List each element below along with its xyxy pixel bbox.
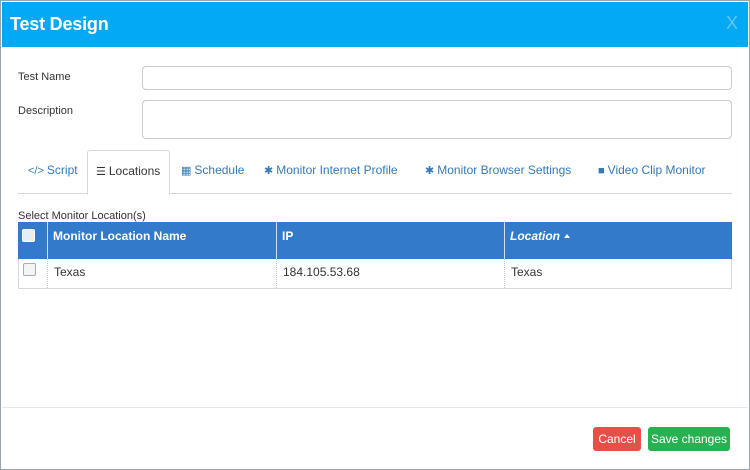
design-tabs: </> Script ☰ Locations ▦ Schedule ✱ Monitor … — [18, 150, 732, 195]
column-header-location[interactable]: Location — [504, 222, 732, 259]
gear-icon: ✱ — [264, 165, 274, 177]
tab-label: Video Clip Monitor — [607, 163, 706, 177]
calendar-icon: ▦ — [181, 165, 192, 177]
tab-monitor-browser-settings[interactable]: ✱ Monitor Browser Settings — [425, 150, 585, 194]
tab-video-clip-monitor[interactable]: ■ Video Clip Monitor — [598, 150, 728, 194]
column-header-label: Location — [510, 229, 560, 243]
cell-location-name: Texas — [47, 259, 276, 288]
tab-monitor-internet-profile[interactable]: ✱ Monitor Internet Profile — [264, 150, 412, 194]
modal-header: Test Design X — [2, 2, 748, 47]
footer-divider — [2, 407, 748, 408]
description-label: Description — [18, 105, 74, 117]
test-name-input[interactable] — [142, 66, 732, 90]
sliders-icon: ☰ — [96, 166, 106, 178]
code-icon: </> — [28, 165, 44, 177]
column-header-label: IP — [282, 229, 294, 243]
test-name-label: Test Name — [18, 71, 71, 83]
tab-label: Monitor Browser Settings — [437, 163, 572, 177]
modal-title: Test Design — [10, 14, 109, 34]
tab-label: Locations — [108, 164, 161, 178]
test-design-modal: Test Design X Test Name Description </> S… — [0, 0, 750, 470]
locations-section-label: Select Monitor Location(s) — [18, 210, 146, 222]
save-changes-button[interactable]: Save changes — [648, 427, 730, 451]
cell-ip: 184.105.53.68 — [276, 259, 504, 288]
column-header-ip[interactable]: IP — [276, 222, 504, 259]
tab-schedule[interactable]: ▦ Schedule — [181, 150, 253, 194]
row-select-cell — [18, 259, 47, 288]
table-row[interactable]: Texas 184.105.53.68 Texas — [18, 259, 732, 289]
sort-ascending-icon — [564, 234, 570, 238]
tab-label: Monitor Internet Profile — [276, 163, 398, 177]
column-header-label: Monitor Location Name — [53, 229, 187, 243]
cancel-button[interactable]: Cancel — [593, 427, 641, 451]
column-header-name[interactable]: Monitor Location Name — [47, 222, 276, 259]
tab-label: Schedule — [194, 163, 245, 177]
close-icon[interactable]: X — [724, 13, 740, 33]
tab-label: Script — [46, 163, 78, 177]
tab-script[interactable]: </> Script — [18, 150, 86, 194]
cell-location: Texas — [504, 259, 732, 288]
grid-header: Monitor Location Name IP Location — [18, 222, 732, 259]
gears-icon: ✱ — [425, 165, 435, 177]
camera-icon: ■ — [598, 165, 605, 177]
tab-locations[interactable]: ☰ Locations — [87, 150, 170, 195]
select-all-cell — [18, 222, 47, 259]
select-all-checkbox[interactable] — [22, 229, 35, 242]
description-input[interactable] — [142, 100, 732, 139]
row-checkbox[interactable] — [23, 263, 36, 276]
